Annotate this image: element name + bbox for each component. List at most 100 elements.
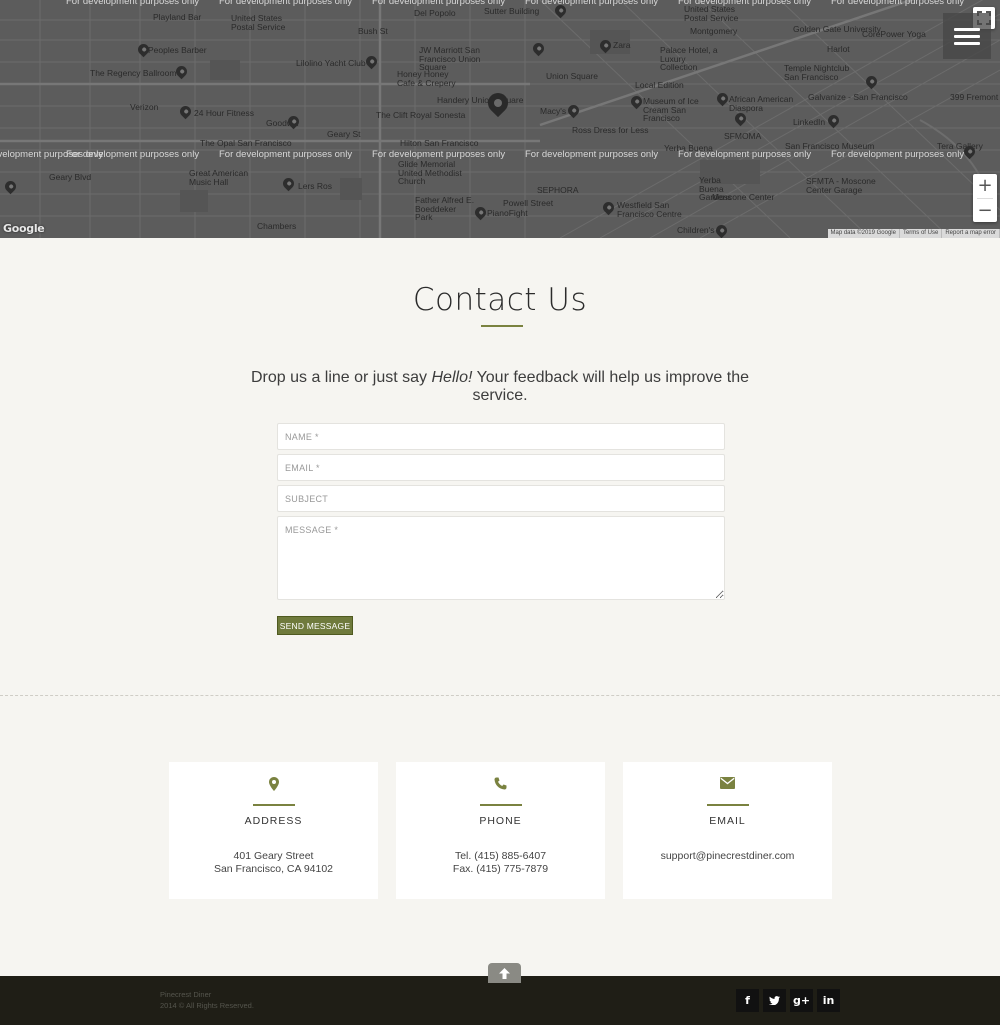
map-label: The Clift Royal Sonesta — [376, 110, 466, 120]
name-field[interactable] — [277, 423, 725, 450]
map-label: Lers Ros — [298, 181, 333, 191]
footer: Pinecrest Diner 2014 © All Rights Reserv… — [0, 976, 1000, 1025]
map-dev-watermark: For development purposes only — [831, 0, 965, 7]
map-label: Museum of Ice Cream San Francisco — [643, 96, 699, 123]
map-label: LinkedIn — [793, 117, 826, 127]
email-address-link[interactable]: support@pinecrestdiner.com — [623, 850, 832, 862]
map-label: 24 Hour Fitness — [194, 108, 254, 118]
intro-text: Drop us a line or just say — [250, 369, 432, 386]
map[interactable]: Playland Bar United States Postal Servic… — [0, 0, 1000, 238]
twitter-icon[interactable] — [763, 989, 786, 1012]
phone-fax: Fax. (415) 775-7879 — [452, 863, 549, 875]
twitter-bird-icon — [769, 996, 780, 1006]
phone-card: PHONE Tel. (415) 885-6407 Fax. (415) 775… — [396, 762, 605, 899]
map-label: Galvanize - San Francisco — [808, 92, 908, 102]
map-dev-watermark: For development purposes only — [372, 149, 506, 160]
send-message-button[interactable]: SEND MESSAGE — [277, 616, 353, 635]
contact-intro: Drop us a line or just say Hello! Your f… — [250, 369, 750, 405]
map-label: 399 Fremont — [950, 92, 999, 102]
map-dev-watermark: For development purposes only — [66, 0, 200, 7]
map-label: SFMTA - Moscone Center Garage — [806, 176, 876, 195]
map-label: Lilolino Yacht Club — [296, 58, 366, 68]
map-label: Sutter Building — [484, 6, 540, 16]
address-line-1: 401 Geary Street — [233, 850, 314, 862]
map-label: Moscone Center — [712, 192, 775, 202]
map-label: Macy's — [540, 106, 567, 116]
map-dev-watermark: For development purposes only — [372, 0, 506, 7]
map-label: Honey Honey Cafe & Crepery — [397, 69, 456, 88]
map-label: Chambers — [257, 221, 297, 231]
map-dev-watermark: For development purposes only — [66, 149, 200, 160]
map-label: Father Alfred E. Boeddeker Park — [415, 195, 475, 222]
phone-icon — [494, 777, 507, 790]
google-logo[interactable]: Google — [3, 222, 45, 235]
intro-hello: Hello! — [431, 369, 473, 386]
map-label: Montgomery — [690, 26, 738, 36]
map-label: The Opal San Francisco — [200, 138, 292, 148]
map-label: Local Edition — [635, 80, 684, 90]
footer-site-name: Pinecrest Diner — [160, 990, 212, 999]
email-card: EMAIL support@pinecrestdiner.com — [623, 762, 832, 899]
facebook-icon[interactable]: f — [736, 989, 759, 1012]
map-label: Great American Music Hall — [189, 168, 249, 187]
map-streets — [0, 0, 1000, 238]
map-label: Geary Blvd — [49, 172, 92, 182]
intro-text-end: Your feedback will help us improve the s… — [472, 369, 750, 404]
arrow-up-icon — [499, 968, 510, 979]
subject-field[interactable] — [277, 485, 725, 512]
map-label: Verizon — [130, 102, 159, 112]
zoom-out-button[interactable]: − — [973, 199, 997, 223]
envelope-icon — [720, 777, 735, 789]
map-label: JW Marriott San Francisco Union Square — [419, 45, 481, 72]
map-label: Powell Street — [503, 198, 554, 208]
map-marker-icon — [268, 777, 279, 791]
map-label: United States Postal Service — [684, 4, 739, 23]
map-zoom-control: + − — [973, 174, 997, 222]
google-plus-icon[interactable]: g+ — [790, 989, 813, 1012]
map-label: Temple Nightclub San Francisco — [784, 63, 850, 82]
report-map-error-link[interactable]: Report a map error — [942, 229, 1000, 238]
map-dev-watermark: For development purposes only — [831, 149, 965, 160]
map-data-credit: Map data ©2019 Google — [828, 229, 900, 238]
address-title: ADDRESS — [244, 815, 303, 827]
map-label: Del Popolo — [414, 8, 456, 18]
linkedin-icon[interactable]: in — [817, 989, 840, 1012]
message-field[interactable] — [277, 516, 725, 600]
map-dev-watermark: For development purposes only — [219, 149, 353, 160]
map-label: The Regency Ballroom — [90, 68, 177, 78]
map-dev-watermark: For development purposes only — [678, 149, 812, 160]
map-label: Bush St — [358, 26, 388, 36]
map-label: Harlot — [827, 44, 850, 54]
email-title: EMAIL — [709, 815, 746, 827]
menu-toggle-button[interactable] — [943, 13, 991, 59]
map-label: Peoples Barber — [148, 45, 207, 55]
map-label: Palace Hotel, a Luxury Collection — [660, 45, 718, 72]
card-divider — [480, 804, 522, 806]
map-label: Zara — [613, 40, 631, 50]
map-attribution: Map data ©2019 Google Terms of Use Repor… — [827, 229, 1000, 238]
card-divider — [707, 804, 749, 806]
map-label: Handery Union Square — [437, 95, 524, 105]
phone-title: PHONE — [479, 815, 522, 827]
section-divider — [0, 695, 1000, 696]
address-line-2: San Francisco, CA 94102 — [213, 863, 334, 875]
back-to-top-button[interactable] — [488, 963, 521, 983]
page-title: Contact Us — [412, 282, 588, 318]
map-dev-watermark: For development purposes only — [219, 0, 353, 7]
map-label: United States Postal Service — [231, 13, 286, 32]
map-label: African American Diaspora — [729, 94, 794, 113]
map-dev-watermark: For development purposes only — [525, 149, 659, 160]
map-label: Glide Memorial United Methodist Church — [398, 159, 462, 186]
map-label: SEPHORA — [537, 185, 579, 195]
title-divider — [481, 325, 523, 327]
map-dev-watermark: For development purposes only — [678, 0, 812, 7]
hamburger-icon — [954, 42, 980, 45]
terms-of-use-link[interactable]: Terms of Use — [900, 229, 943, 238]
card-divider — [253, 804, 295, 806]
hamburger-icon — [954, 28, 980, 31]
zoom-in-button[interactable]: + — [973, 174, 997, 198]
map-label: Playland Bar — [153, 12, 202, 22]
email-field[interactable] — [277, 454, 725, 481]
map-label: Geary St — [327, 129, 361, 139]
map-label: SFMOMA — [724, 131, 762, 141]
